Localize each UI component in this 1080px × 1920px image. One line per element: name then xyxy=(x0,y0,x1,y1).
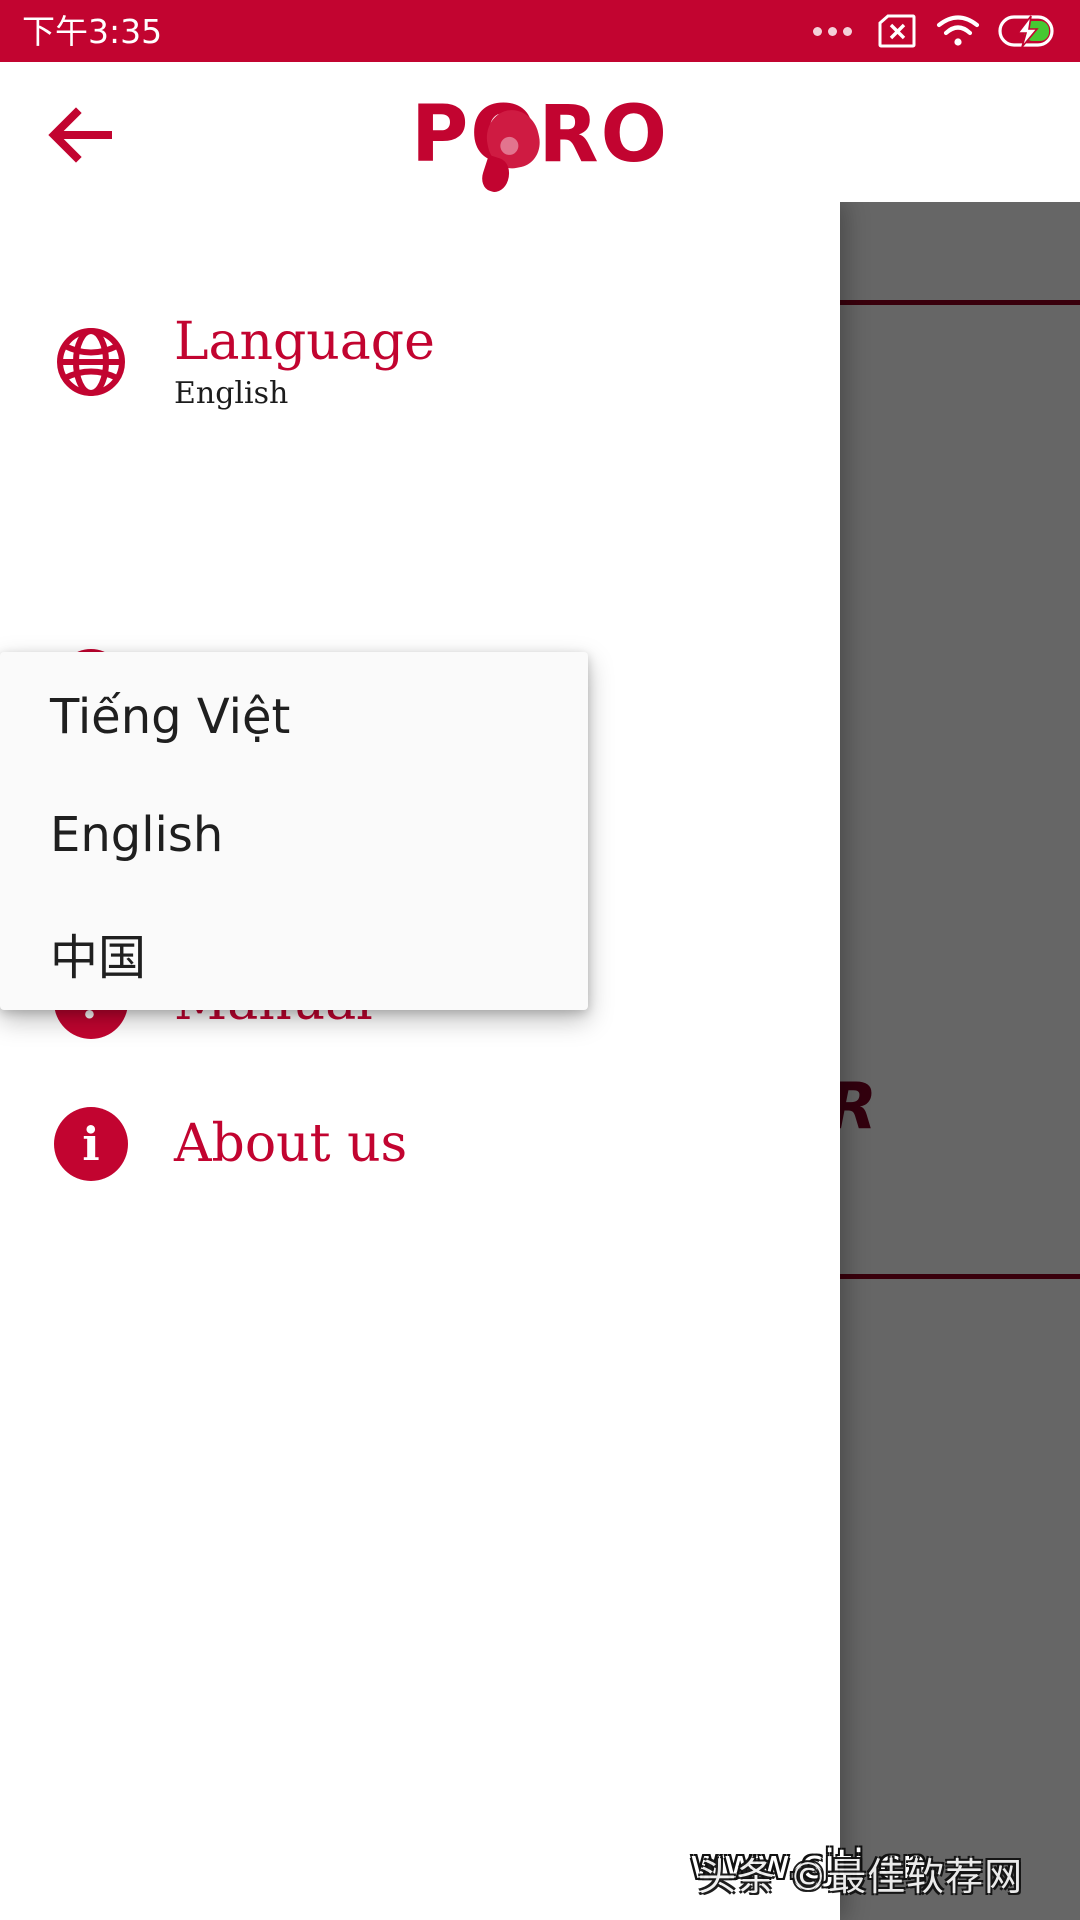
drawer-item-language-labels: Language English xyxy=(174,315,435,409)
app-logo-wrap: PORO xyxy=(411,96,669,196)
phone-screen: RNER Language English xyxy=(0,0,1080,1920)
info-icon: i xyxy=(52,1105,130,1183)
back-button[interactable] xyxy=(42,100,122,170)
logo-ball-tail-icon xyxy=(478,154,514,196)
language-dropdown-menu[interactable]: Tiếng Việt English 中国 xyxy=(0,652,588,1010)
drawer-item-language-subtitle: English xyxy=(174,375,289,411)
wifi-icon xyxy=(936,15,980,46)
sim-card-missing-icon xyxy=(878,14,916,48)
navigation-drawer: Language English Store ? Manu xyxy=(0,202,840,1920)
globe-icon xyxy=(52,323,130,401)
app-logo: PORO xyxy=(0,80,1080,196)
language-option-chinese[interactable]: 中国 xyxy=(0,894,588,1012)
logo-ball-icon xyxy=(481,105,545,173)
drawer-item-language-title: Language xyxy=(174,311,435,372)
status-bar-clock: 下午3:35 xyxy=(22,11,163,51)
info-glyph: i xyxy=(54,1107,128,1181)
status-bar: 下午3:35 xyxy=(0,0,1080,62)
drawer-item-language[interactable]: Language English xyxy=(0,302,840,422)
drawer-item-about-us[interactable]: i About us xyxy=(0,1084,840,1204)
app-bar: PORO xyxy=(0,62,1080,202)
app-logo-text: PORO xyxy=(411,90,669,180)
language-option-vietnamese[interactable]: Tiếng Việt xyxy=(0,658,588,776)
overflow-dots-icon xyxy=(813,26,852,36)
battery-charging-icon xyxy=(998,15,1054,48)
drawer-item-about-us-title: About us xyxy=(174,1113,408,1174)
drawer-item-about-us-labels: About us xyxy=(174,1117,407,1172)
status-bar-icons xyxy=(813,13,1058,49)
back-arrow-icon xyxy=(48,107,112,163)
language-option-english[interactable]: English xyxy=(0,776,588,894)
